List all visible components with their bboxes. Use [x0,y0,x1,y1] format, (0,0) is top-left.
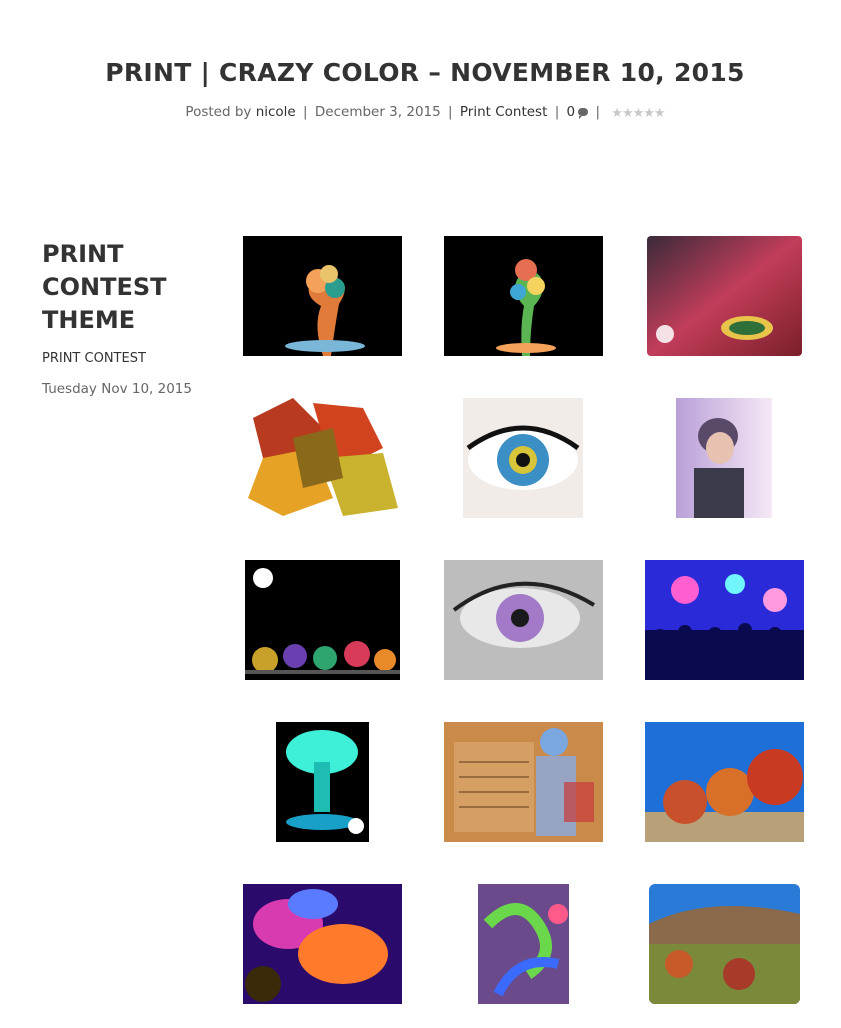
comment-bubble-icon [578,108,589,119]
gallery-item[interactable] [423,884,623,1004]
water-droplet-image[interactable] [646,236,802,356]
abstract-flower-image[interactable] [242,884,402,1004]
autumn-hillside-image[interactable] [648,884,800,1004]
star-icon: ★ [621,106,634,121]
meta-separator: | [303,104,308,120]
gallery-item[interactable] [624,722,824,842]
letter-collage-image[interactable] [443,722,603,842]
bw-eye-image[interactable] [443,560,603,680]
category-link[interactable]: Print Contest [460,104,548,120]
gallery-item[interactable] [423,722,623,842]
gallery-item[interactable] [624,398,824,518]
author-link[interactable]: nicole [256,104,296,120]
star-icon: ★ [653,106,666,121]
sidebar: PRINT CONTEST THEME PRINT CONTEST Tuesda… [42,238,212,397]
gallery-item[interactable] [222,236,422,356]
paint-splash-orange-image[interactable] [242,236,402,356]
blue-eye-image[interactable] [463,398,583,518]
woman-portrait-image[interactable] [676,398,772,518]
gallery-item[interactable] [624,236,824,356]
gallery-item[interactable] [222,884,422,1004]
gallery-item[interactable] [222,722,422,842]
cyan-splash-image[interactable] [275,722,369,842]
sidebar-category: PRINT CONTEST [42,351,146,366]
sour-candy-image[interactable] [477,884,569,1004]
paint-splash-green-image[interactable] [443,236,603,356]
meta-separator: | [595,104,600,120]
paint-splashes-row-image[interactable] [244,560,400,680]
gallery-item[interactable] [423,560,623,680]
concert-crowd-image[interactable] [644,560,804,680]
post-title: PRINT | CRAZY COLOR – NOVEMBER 10, 2015 [105,58,745,87]
post-meta: Posted by nicole | December 3, 2015 | Pr… [0,104,841,121]
sidebar-date: Tuesday Nov 10, 2015 [42,381,192,397]
comment-count: 0 [566,104,576,120]
gallery-item[interactable] [222,398,422,518]
gallery-item[interactable] [624,560,824,680]
autumn-leaves-image[interactable] [242,398,402,518]
meta-separator: | [448,104,453,120]
comments-link[interactable]: 0 [567,104,589,120]
gallery-item[interactable] [624,884,824,1004]
meta-separator: | [554,104,560,120]
gallery-item[interactable] [423,398,623,518]
posted-by-label: Posted by [185,104,252,120]
autumn-trees-image[interactable] [644,722,804,842]
post-date: December 3, 2015 [314,104,441,120]
gallery-item[interactable] [222,560,422,680]
sidebar-title: PRINT CONTEST THEME [42,240,167,334]
gallery-item[interactable] [423,236,623,356]
star-rating: ★★★★★ [611,105,666,121]
